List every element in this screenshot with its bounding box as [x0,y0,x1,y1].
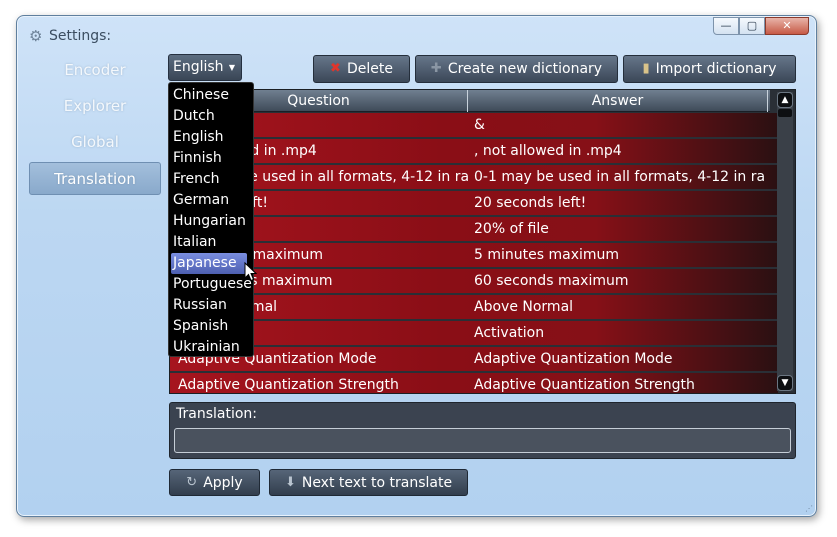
question-cell[interactable]: Adaptive Quantization Strength [170,373,468,393]
table-row[interactable]: 20% of file20% of file [170,217,778,241]
dropdown-option-finnish[interactable]: Finnish [169,148,253,169]
answer-cell[interactable]: 0-1 may be used in all formats, 4-12 in … [468,165,768,189]
dropdown-option-chinese[interactable]: Chinese [169,85,253,106]
answer-cell[interactable]: Adaptive Quantization Mode [468,347,768,371]
window-controls: — ▢ ✕ [713,17,809,35]
dropdown-option-english[interactable]: English [169,127,253,148]
table-row[interactable]: not allowed in .mp4, not allowed in .mp4 [170,139,778,163]
close-button[interactable]: ✕ [765,17,809,35]
answer-cell[interactable]: Adaptive Quantization Strength [468,373,768,393]
import-dictionary-label: Import dictionary [655,61,777,77]
table-row[interactable]: Adaptive Quantization Strength Adaptive Q… [170,373,778,393]
delete-label: Delete [346,61,393,77]
answer-cell[interactable]: & [468,113,768,137]
table-row[interactable]: 5 minutes maximum5 minutes maximum [170,243,778,267]
scroll-down-icon[interactable]: ▼ [777,375,793,391]
table-row[interactable]: 60 seconds maximum 60 seconds maximum [170,269,778,293]
table-row[interactable]: ActivationActivation [170,321,778,345]
answer-cell[interactable]: 20% of file [468,217,768,241]
translation-input[interactable] [174,428,791,453]
dropdown-option-portuguese[interactable]: Portuguese [169,274,253,295]
table-row[interactable]: & [170,113,778,137]
delete-icon: ✖ [330,61,341,76]
answer-cell[interactable]: , not allowed in .mp4 [468,139,768,163]
window-title: ⚙ Settings: [29,28,111,44]
mouse-cursor-icon [244,262,258,282]
table-row[interactable]: Adaptive Quantization Mode Adaptive Quant… [170,347,778,371]
chevron-down-icon: ▼ [228,63,235,72]
scroll-up-icon[interactable]: ▲ [777,92,793,108]
minimize-button[interactable]: — [713,17,739,35]
translation-grid: Question Answer &not allowed in .mp4, no… [169,89,796,394]
import-dictionary-button[interactable]: ▮ Import dictionary [623,55,796,83]
column-header-answer[interactable]: Answer [468,90,768,112]
answer-cell[interactable]: 5 minutes maximum [468,243,768,267]
next-text-label: Next text to translate [301,474,453,491]
sidebar-item-translation[interactable]: Translation [29,162,161,195]
dropdown-option-german[interactable]: German [169,190,253,211]
create-dictionary-button[interactable]: ✚ Create new dictionary [415,55,618,83]
sidebar-item-global[interactable]: Global [29,126,161,159]
sidebar-item-encoder[interactable]: Encoder [29,54,161,87]
apply-button[interactable]: ↻ Apply [169,469,260,496]
table-row[interactable]: seconds left!20 seconds left! [170,191,778,215]
translation-panel: Translation: [169,402,796,459]
dropdown-option-italian[interactable]: Italian [169,232,253,253]
table-row[interactable]: Above NormalAbove Normal [170,295,778,319]
dropdown-option-dutch[interactable]: Dutch [169,106,253,127]
arrow-down-icon: ⬇ [284,475,296,490]
settings-window: ⚙ Settings: — ▢ ✕ Encoder Explorer Globa… [16,15,817,517]
answer-cell[interactable]: 60 seconds maximum [468,269,768,293]
gear-icon: ⚙ [29,27,43,45]
apply-label: Apply [203,474,243,491]
scroll-thumb[interactable] [778,109,792,117]
plus-icon: ✚ [430,61,442,76]
sidebar-nav: Encoder Explorer Global Translation [29,54,161,198]
maximize-button[interactable]: ▢ [739,17,765,35]
answer-cell[interactable]: Above Normal [468,295,768,319]
dropdown-option-spanish[interactable]: Spanish [169,316,253,337]
dropdown-option-japanese[interactable]: Japanese [171,253,247,274]
resize-grip-icon[interactable]: ⋰ [805,504,813,513]
dropdown-option-russian[interactable]: Russian [169,295,253,316]
delete-button[interactable]: ✖ Delete [313,55,410,83]
dropdown-option-ukrainian[interactable]: Ukrainian [169,337,253,358]
translation-label: Translation: [176,406,257,422]
create-dictionary-label: Create new dictionary [447,61,603,77]
language-select-value: English [173,59,224,75]
next-text-button[interactable]: ⬇ Next text to translate [269,469,468,496]
dropdown-option-hungarian[interactable]: Hungarian [169,211,253,232]
answer-cell[interactable]: Activation [468,321,768,345]
language-dropdown: Chinese Dutch English Finnish French German Hu… [168,82,254,357]
table-row[interactable]: 0-1 may be used in all formats, 4-12 in … [170,165,778,189]
refresh-icon: ↻ [186,475,198,490]
import-icon: ▮ [642,61,650,76]
language-select[interactable]: English ▼ [168,54,242,81]
grid-header: Question Answer [170,90,770,112]
vertical-scrollbar[interactable]: ▲ ▼ [777,92,793,391]
sidebar-item-explorer[interactable]: Explorer [29,90,161,123]
dropdown-option-french[interactable]: French [169,169,253,190]
grid-body: &not allowed in .mp4, not allowed in .mp… [170,113,778,393]
window-title-text: Settings: [49,28,112,44]
answer-cell[interactable]: 20 seconds left! [468,191,768,215]
